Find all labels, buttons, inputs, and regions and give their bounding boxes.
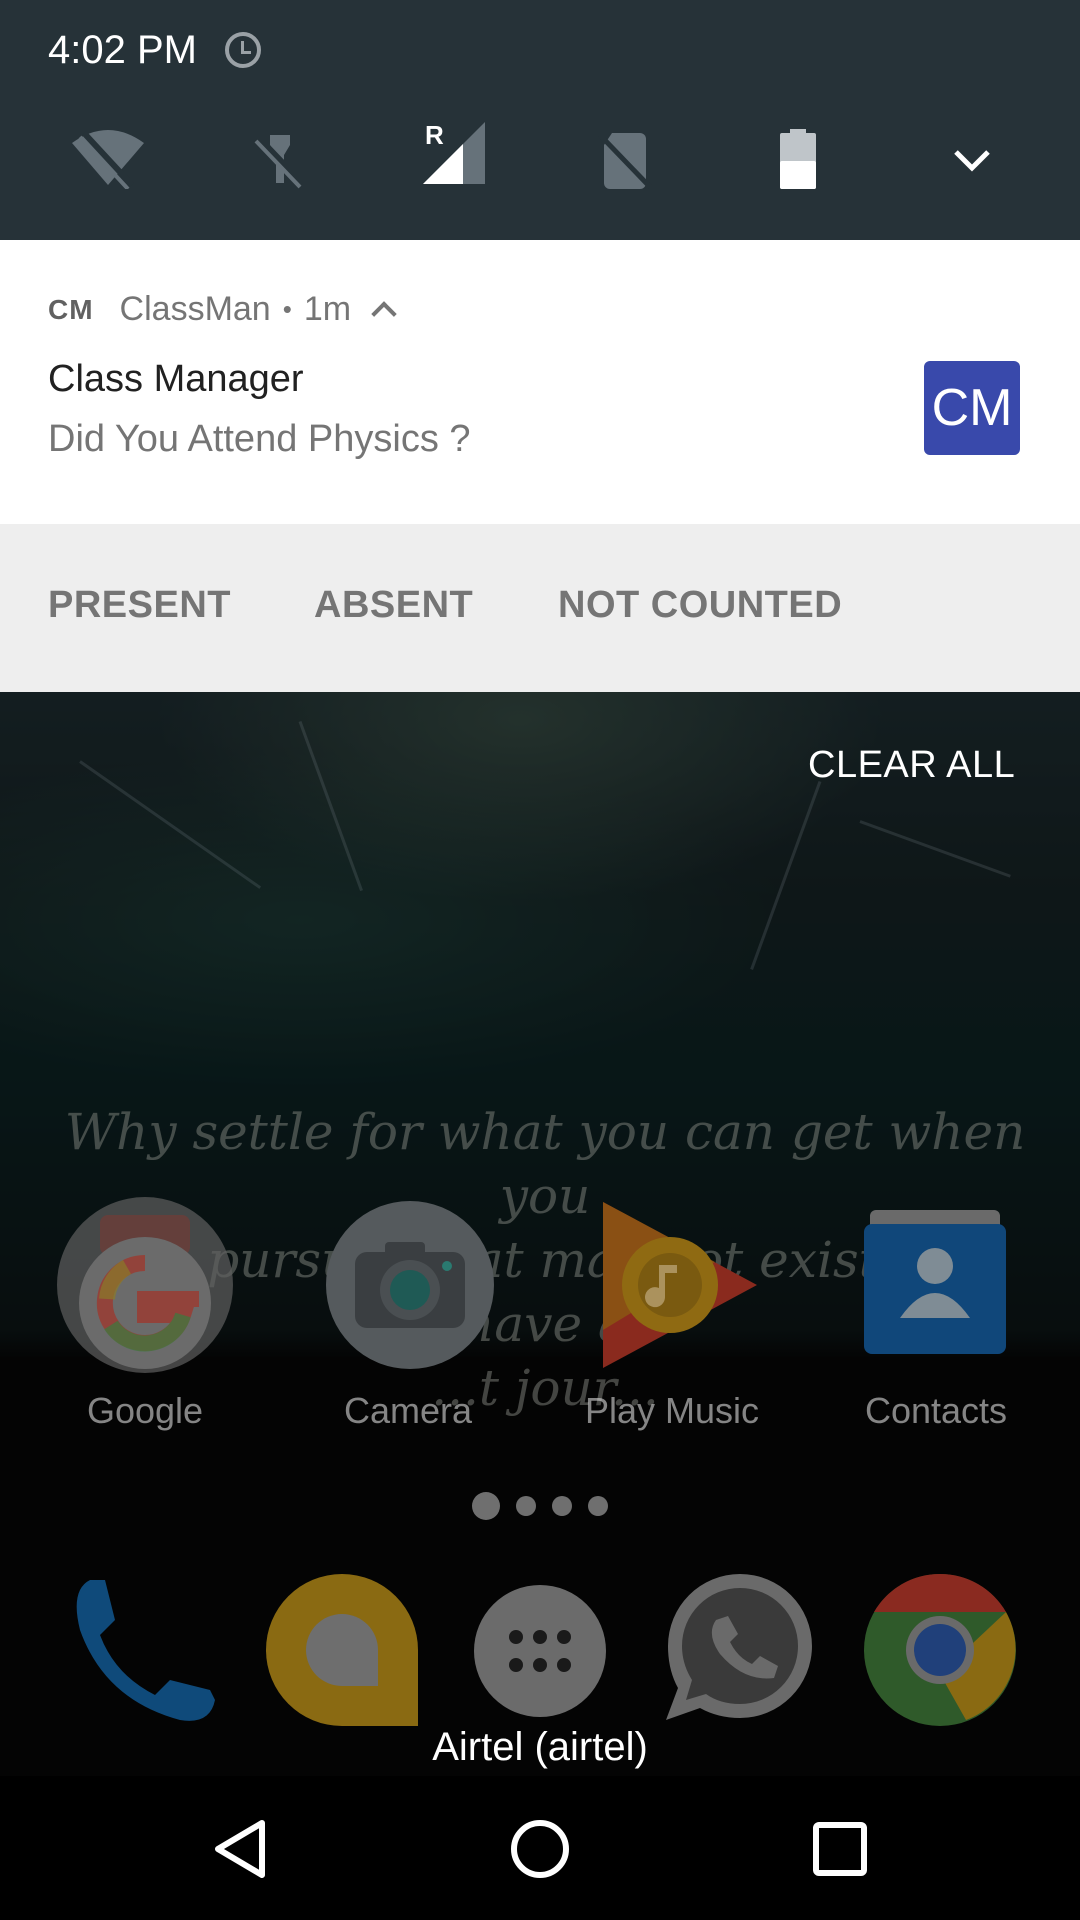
expand-chevron-icon: [954, 150, 990, 172]
app-badge: CM: [48, 293, 94, 325]
contacts-icon: [864, 1210, 1006, 1354]
notification-large-icon: CM: [924, 361, 1020, 455]
recents-icon: [813, 1822, 867, 1876]
notification-age: 1m: [303, 290, 352, 328]
page-dot: [472, 1492, 500, 1520]
app-label-play-music: Play Music: [584, 1390, 760, 1431]
battery-icon: [780, 129, 816, 189]
app-contacts[interactable]: [860, 1210, 1010, 1360]
home-button[interactable]: [480, 1804, 600, 1894]
roaming-label: R: [425, 120, 444, 150]
battery-status[interactable]: [758, 124, 838, 194]
wifi-toggle[interactable]: [68, 124, 148, 194]
back-button[interactable]: [180, 1804, 300, 1894]
camera-icon: [326, 1201, 494, 1369]
carrier-label: Airtel (airtel): [432, 1725, 648, 1769]
page-indicator: [472, 1492, 608, 1520]
mobile-data-toggle[interactable]: R: [414, 118, 494, 188]
app-camera[interactable]: [325, 1200, 495, 1370]
whatsapp-icon: [666, 1574, 812, 1720]
app-label-contacts: Contacts: [864, 1390, 1008, 1431]
home-icon: [511, 1820, 569, 1878]
dock-allo[interactable]: [262, 1570, 422, 1730]
navigation-bar: [0, 1776, 1080, 1920]
app-drawer-icon: [474, 1585, 606, 1717]
page-dot: [516, 1496, 536, 1516]
flashlight-toggle[interactable]: [240, 124, 320, 194]
absent-button[interactable]: ABSENT: [314, 584, 473, 627]
expand-quick-settings[interactable]: [932, 124, 1012, 194]
flashlight-off-icon: [254, 134, 305, 189]
quick-settings-header: 4:02 PM R: [0, 0, 1080, 240]
chrome-icon: [864, 1573, 1016, 1726]
alarm-icon: [225, 32, 261, 68]
dock-whatsapp[interactable]: [658, 1568, 822, 1732]
app-name: ClassMan: [119, 290, 271, 328]
notification-text: Did You Attend Physics ?: [48, 418, 471, 460]
app-label-camera: Camera: [343, 1390, 473, 1431]
no-sim-icon: [598, 133, 652, 189]
google-icon: [57, 1197, 233, 1373]
page-dot: [588, 1496, 608, 1516]
dock-phone[interactable]: [60, 1570, 220, 1730]
back-icon: [215, 1820, 265, 1878]
recents-button[interactable]: [780, 1804, 900, 1894]
notification-title: Class Manager: [48, 358, 304, 400]
sim-status[interactable]: [585, 124, 665, 194]
not-counted-button[interactable]: NOT COUNTED: [558, 584, 842, 627]
header-separator: •: [282, 294, 292, 324]
clear-all-button[interactable]: CLEAR ALL: [808, 744, 1015, 787]
notification-actions: PRESENT ABSENT NOT COUNTED: [0, 524, 1080, 692]
wifi-off-icon: [72, 130, 144, 189]
present-button[interactable]: PRESENT: [48, 584, 231, 627]
app-google[interactable]: [55, 1195, 235, 1375]
phone-icon: [76, 1580, 216, 1721]
notification-header: CM ClassMan • 1m: [48, 290, 397, 329]
app-label-google: Google: [86, 1390, 204, 1431]
app-play-music[interactable]: [595, 1200, 765, 1370]
dock-app-drawer[interactable]: [472, 1583, 608, 1719]
page-dot: [552, 1496, 572, 1516]
allo-icon: [266, 1574, 418, 1726]
collapse-chevron-icon[interactable]: [371, 300, 397, 327]
play-music-icon: [603, 1202, 757, 1368]
clock: 4:02 PM: [48, 28, 197, 72]
signal-roaming-icon: R: [423, 120, 485, 184]
notification-card[interactable]: CM ClassMan • 1m Class Manager Did You A…: [0, 240, 1080, 524]
dock-chrome[interactable]: [862, 1572, 1018, 1728]
